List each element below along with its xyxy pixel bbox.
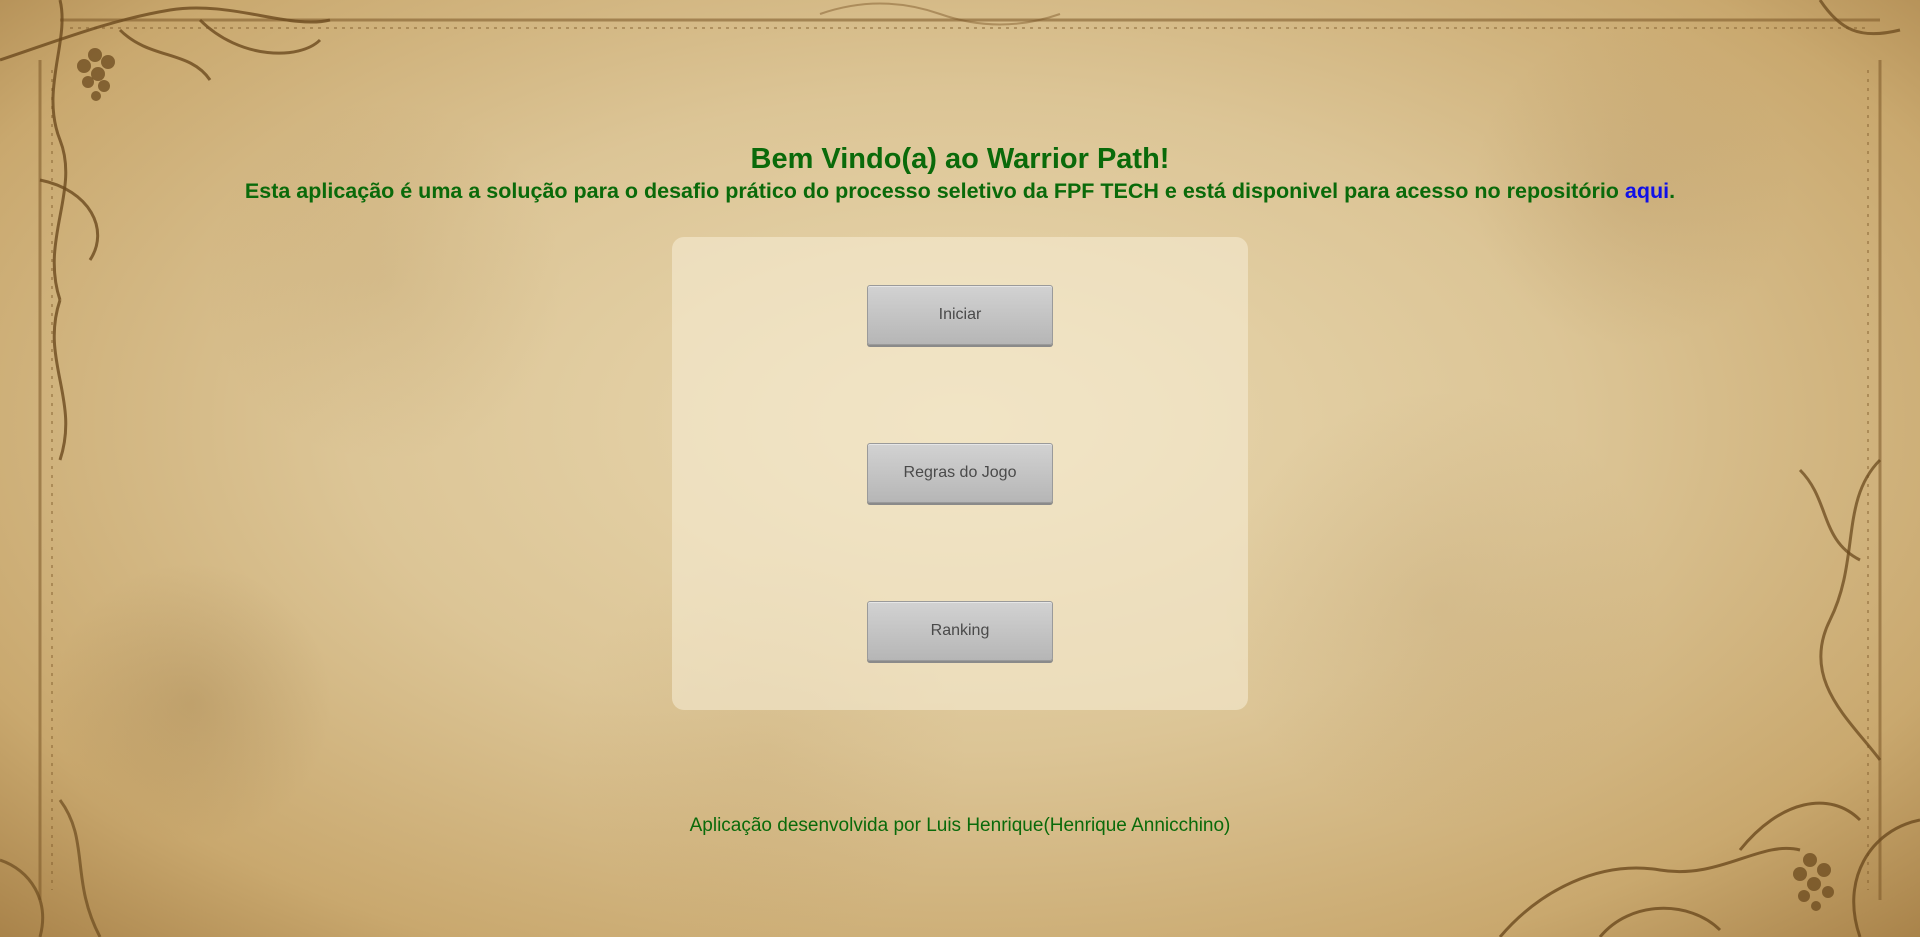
right-vine-ornament bbox=[1798, 0, 1901, 761]
repository-link[interactable]: aqui bbox=[1625, 179, 1669, 203]
grape-cluster-top-left bbox=[77, 48, 115, 101]
grape-cluster-bottom-right bbox=[1793, 853, 1834, 911]
footer-credit: Aplicação desenvolvida por Luis Henrique… bbox=[689, 815, 1231, 836]
subtitle-text: Esta aplicação é uma a solução para o de… bbox=[244, 179, 1625, 203]
game-rules-button[interactable]: Regras do Jogo bbox=[867, 443, 1053, 503]
subtitle-period: . bbox=[1669, 179, 1676, 203]
page-title: Bem Vindo(a) ao Warrior Path! bbox=[750, 143, 1170, 175]
welcome-header: Bem Vindo(a) ao Warrior Path! Esta aplic… bbox=[0, 142, 1920, 206]
page-subtitle: Esta aplicação é uma a solução para o de… bbox=[0, 176, 1920, 206]
top-center-ornament bbox=[819, 2, 1061, 26]
main-menu-panel: Iniciar Regras do Jogo Ranking bbox=[672, 237, 1248, 710]
start-button[interactable]: Iniciar bbox=[867, 285, 1053, 345]
ranking-button[interactable]: Ranking bbox=[867, 601, 1053, 661]
top-left-vine-ornament bbox=[0, 0, 331, 461]
